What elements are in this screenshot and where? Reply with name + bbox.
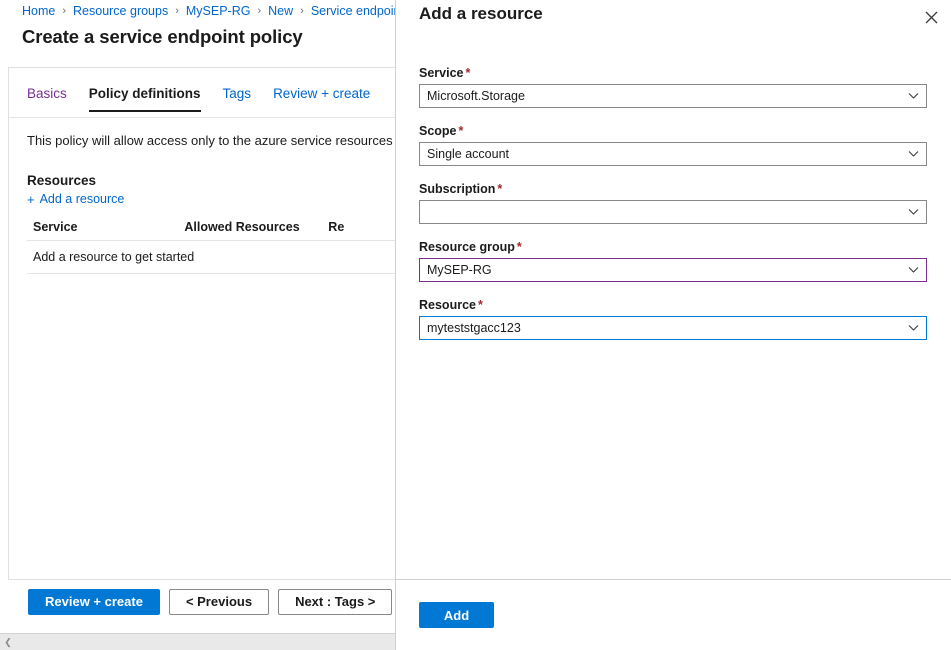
- next-tags-button[interactable]: Next : Tags >: [278, 589, 392, 615]
- breadcrumb-item-mysep-rg[interactable]: MySEP-RG: [186, 4, 251, 18]
- empty-state-text: Add a resource to get started: [33, 250, 194, 264]
- label-text-resource: Resource: [419, 298, 476, 312]
- field-scope: Scope* Single account: [419, 124, 927, 166]
- label-text-resource-group: Resource group: [419, 240, 515, 254]
- panel-header: Add a resource: [396, 0, 951, 40]
- page-title: Create a service endpoint policy: [22, 26, 303, 48]
- select-value-scope: Single account: [427, 147, 509, 161]
- breadcrumb-separator: ›: [175, 5, 179, 17]
- resources-heading: Resources: [27, 173, 96, 188]
- select-subscription[interactable]: [419, 200, 927, 224]
- required-marker: *: [497, 182, 502, 196]
- column-header-region: Re: [328, 220, 395, 234]
- select-value-resource-group: MySEP-RG: [427, 263, 492, 277]
- select-value-resource: myteststgacc123: [427, 321, 521, 335]
- required-marker: *: [465, 66, 470, 80]
- field-service: Service* Microsoft.Storage: [419, 66, 927, 108]
- tab-review-create[interactable]: Review + create: [273, 86, 370, 110]
- resource-form: Service*Microsoft.StorageScope*Single ac…: [419, 66, 927, 356]
- breadcrumb-item-new[interactable]: New: [268, 4, 293, 18]
- tab-bar: Basics Policy definitions Tags Review + cre…: [9, 86, 395, 118]
- create-service-endpoint-policy-blade: Home › Resource groups › MySEP-RG › New › Servic…: [0, 0, 395, 650]
- select-wrapper-resource: myteststgacc123: [419, 316, 927, 340]
- field-subscription: Subscription*: [419, 182, 927, 224]
- breadcrumb-separator: ›: [62, 5, 66, 17]
- label-service: Service*: [419, 66, 927, 80]
- policy-description: This policy will allow access only to th…: [27, 133, 395, 148]
- required-marker: *: [478, 298, 483, 312]
- label-text-service: Service: [419, 66, 463, 80]
- label-subscription: Subscription*: [419, 182, 927, 196]
- tab-tags[interactable]: Tags: [223, 86, 252, 110]
- label-text-subscription: Subscription: [419, 182, 495, 196]
- select-service[interactable]: Microsoft.Storage: [419, 84, 927, 108]
- breadcrumb-separator: ›: [300, 5, 304, 17]
- select-wrapper-subscription: [419, 200, 927, 224]
- blade-footer: Review + create < Previous Next : Tags >…: [8, 579, 395, 623]
- label-text-scope: Scope: [419, 124, 457, 138]
- label-scope: Scope*: [419, 124, 927, 138]
- field-resource-group: Resource group* MySEP-RG: [419, 240, 927, 282]
- required-marker: *: [517, 240, 522, 254]
- tab-basics[interactable]: Basics: [27, 86, 67, 110]
- table-header-row: Service Allowed Resources Re: [27, 213, 395, 241]
- select-wrapper-scope: Single account: [419, 142, 927, 166]
- add-a-resource-panel: Add a resource Service*Microsoft.Storage…: [395, 0, 951, 650]
- tab-policy-definitions[interactable]: Policy definitions: [89, 86, 201, 112]
- select-wrapper-service: Microsoft.Storage: [419, 84, 927, 108]
- add-a-resource-label: Add a resource: [40, 192, 125, 206]
- label-resource-group: Resource group*: [419, 240, 927, 254]
- column-header-allowed-resources: Allowed Resources: [184, 220, 328, 234]
- breadcrumb-separator: ›: [257, 5, 261, 17]
- panel-title: Add a resource: [419, 4, 543, 24]
- select-scope[interactable]: Single account: [419, 142, 927, 166]
- label-resource: Resource*: [419, 298, 927, 312]
- add-a-resource-link[interactable]: + Add a resource: [27, 192, 124, 206]
- breadcrumb-item-service-endpoint[interactable]: Service endpoint: [311, 4, 395, 18]
- resources-table: Service Allowed Resources Re Add a resou…: [27, 213, 395, 274]
- horizontal-scrollbar[interactable]: ❮: [0, 633, 395, 650]
- previous-button[interactable]: < Previous: [169, 589, 269, 615]
- breadcrumb-item-resource-groups[interactable]: Resource groups: [73, 4, 168, 18]
- select-value-service: Microsoft.Storage: [427, 89, 525, 103]
- select-resource[interactable]: myteststgacc123: [419, 316, 927, 340]
- panel-footer: Add: [396, 579, 951, 650]
- required-marker: *: [459, 124, 464, 138]
- review-create-button[interactable]: Review + create: [28, 589, 160, 615]
- breadcrumb: Home › Resource groups › MySEP-RG › New › Servic…: [0, 0, 395, 21]
- select-wrapper-resource-group: MySEP-RG: [419, 258, 927, 282]
- chevron-left-icon[interactable]: ❮: [0, 634, 16, 650]
- breadcrumb-item-home[interactable]: Home: [22, 4, 55, 18]
- blade-content: Basics Policy definitions Tags Review + cre…: [8, 67, 395, 622]
- plus-icon: +: [27, 193, 35, 206]
- column-header-service: Service: [27, 220, 184, 234]
- add-button[interactable]: Add: [419, 602, 494, 628]
- table-row-empty: Add a resource to get started: [27, 241, 395, 274]
- select-resource-group[interactable]: MySEP-RG: [419, 258, 927, 282]
- azure-portal-screen: Home › Resource groups › MySEP-RG › New › Servic…: [0, 0, 951, 650]
- field-resource: Resource* myteststgacc123: [419, 298, 927, 340]
- close-icon[interactable]: [916, 2, 946, 32]
